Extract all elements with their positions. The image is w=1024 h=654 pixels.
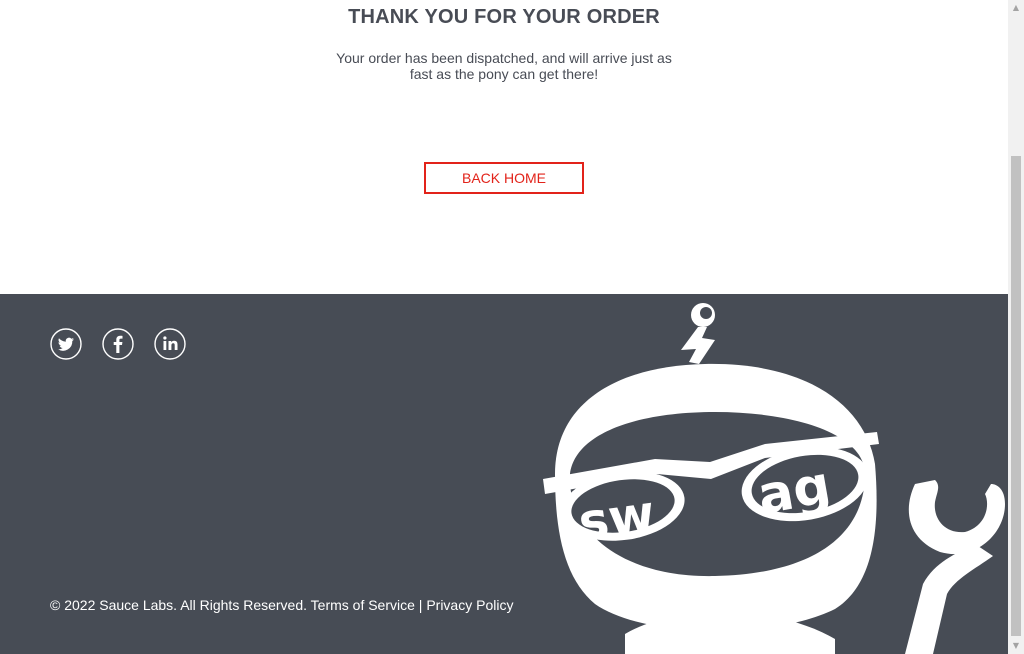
scroll-thumb[interactable] [1011, 156, 1021, 636]
social-facebook[interactable] [102, 328, 134, 360]
checkout-complete-container: THANK YOU FOR YOUR ORDER Your order has … [0, 0, 1008, 294]
social-linkedin[interactable] [154, 328, 186, 360]
complete-header: THANK YOU FOR YOUR ORDER [348, 6, 660, 28]
complete-text: Your order has been dispatched, and will… [336, 50, 672, 82]
vertical-scrollbar[interactable]: ▲ ▼ [1008, 0, 1024, 654]
linkedin-icon [154, 328, 186, 360]
social-twitter[interactable] [50, 328, 82, 360]
swag-bot-mascot: sw ag [543, 303, 1005, 654]
twitter-icon [50, 328, 82, 360]
svg-text:ag: ag [753, 455, 835, 527]
footer-copy: © 2022 Sauce Labs. All Rights Reserved. … [50, 597, 514, 613]
facebook-icon [102, 328, 134, 360]
checkout-complete-page: THANK YOU FOR YOUR ORDER Your order has … [0, 0, 1008, 654]
footer: © 2022 Sauce Labs. All Rights Reserved. … [0, 294, 1008, 654]
svg-text:sw: sw [575, 484, 658, 552]
back-home-button[interactable]: BACK HOME [424, 162, 584, 194]
scroll-up-arrow-icon[interactable]: ▲ [1008, 0, 1024, 16]
scroll-down-arrow-icon[interactable]: ▼ [1008, 638, 1024, 654]
